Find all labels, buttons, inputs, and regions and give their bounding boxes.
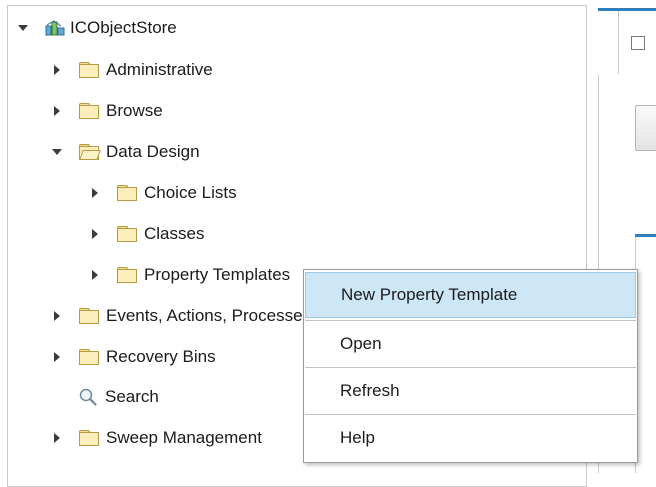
collapse-arrow-icon[interactable] <box>17 22 29 34</box>
tree-item-property-templates[interactable]: Property Templates <box>89 259 290 291</box>
menu-item-help[interactable]: Help <box>305 415 636 461</box>
tree-item-label: Browse <box>106 101 163 120</box>
menu-item-refresh[interactable]: Refresh <box>305 368 636 414</box>
tree-item-label: Data Design <box>106 142 200 161</box>
tree-item-data-design[interactable]: Data Design <box>51 136 200 168</box>
expand-arrow-icon[interactable] <box>51 351 63 363</box>
context-menu: New Property Template Open Refresh Help <box>303 269 638 463</box>
folder-icon <box>117 267 137 283</box>
tree-item-browse[interactable]: Browse <box>51 95 163 127</box>
tree-item-label: Sweep Management <box>106 428 262 447</box>
magnifier-icon <box>79 388 97 406</box>
menu-item-label: Open <box>340 334 382 353</box>
expand-arrow-icon[interactable] <box>89 228 101 240</box>
tree-item-label: Search <box>105 387 159 406</box>
menu-item-open[interactable]: Open <box>305 321 636 367</box>
tree-item-choice-lists[interactable]: Choice Lists <box>89 177 237 209</box>
folder-icon <box>117 185 137 201</box>
section-panel <box>635 237 656 473</box>
tree-item-events-actions-processes[interactable]: Events, Actions, Processes <box>51 300 311 332</box>
folder-icon <box>79 349 99 365</box>
expand-arrow-icon[interactable] <box>51 64 63 76</box>
tree-item-sweep-management[interactable]: Sweep Management <box>51 422 262 454</box>
folder-icon <box>79 62 99 78</box>
collapse-arrow-icon[interactable] <box>51 146 63 158</box>
expand-arrow-icon[interactable] <box>51 310 63 322</box>
tree-item-label: Events, Actions, Processes <box>106 306 312 325</box>
tree-item-recovery-bins[interactable]: Recovery Bins <box>51 341 216 373</box>
tree-item-label: Property Templates <box>144 265 291 284</box>
tab-icon <box>631 36 645 50</box>
expand-arrow-icon[interactable] <box>89 187 101 199</box>
folder-icon <box>117 226 137 242</box>
expand-arrow-icon[interactable] <box>89 269 101 281</box>
tree-item-label: Recovery Bins <box>106 347 216 366</box>
tree-item-search[interactable]: Search <box>79 381 159 413</box>
menu-item-label: Help <box>340 428 375 447</box>
folder-icon <box>79 308 99 324</box>
tree-item-administrative[interactable]: Administrative <box>51 54 213 86</box>
tree-item-label: ICObjectStore <box>70 18 177 37</box>
tree-item-icobjectstore[interactable]: ICObjectStore <box>17 12 177 44</box>
folder-icon <box>79 430 99 446</box>
folder-icon <box>79 103 99 119</box>
tree-item-label: Administrative <box>106 60 213 79</box>
tree-item-label: Classes <box>144 224 205 243</box>
tree-item-classes[interactable]: Classes <box>89 218 204 250</box>
menu-item-new-property-template[interactable]: New Property Template <box>305 272 636 318</box>
expand-arrow-icon[interactable] <box>51 432 63 444</box>
menu-item-label: New Property Template <box>341 285 518 304</box>
object-store-icon <box>45 20 65 36</box>
folder-open-icon <box>79 144 101 160</box>
toolbar-button[interactable] <box>635 105 656 151</box>
expand-arrow-icon[interactable] <box>51 105 63 117</box>
tree-item-label: Choice Lists <box>144 183 237 202</box>
menu-item-label: Refresh <box>340 381 400 400</box>
